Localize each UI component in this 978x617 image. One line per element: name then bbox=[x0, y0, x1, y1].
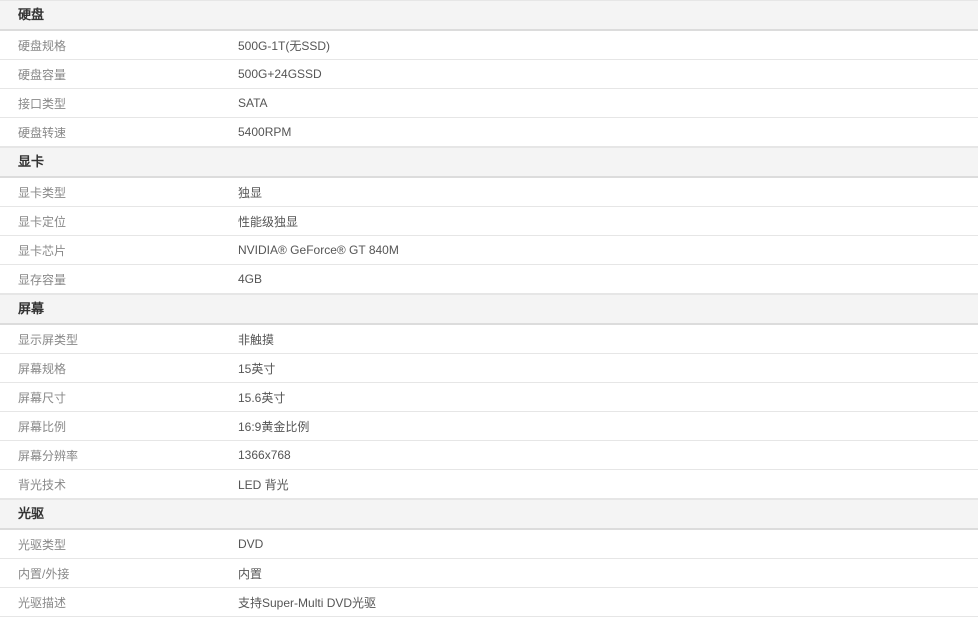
spec-label: 显卡芯片 bbox=[18, 243, 67, 258]
spec-value: 15英寸 bbox=[238, 361, 276, 376]
spec-label: 显存容量 bbox=[18, 272, 67, 287]
spec-value: 独显 bbox=[238, 185, 263, 200]
spec-value: SATA bbox=[238, 96, 268, 110]
spec-value: 内置 bbox=[238, 566, 263, 581]
spec-label: 屏幕规格 bbox=[18, 361, 67, 376]
spec-value: 4GB bbox=[238, 272, 263, 286]
spec-value: 5400RPM bbox=[238, 125, 292, 139]
spec-row: 屏幕分辨率 1366x768 bbox=[0, 441, 978, 470]
spec-row: 内置/外接 内置 bbox=[0, 559, 978, 588]
section-header-optical-drive: 光驱 bbox=[0, 499, 978, 530]
spec-label: 屏幕比例 bbox=[18, 419, 67, 434]
section-hard-drive: 硬盘 硬盘规格 500G-1T(无SSD) 硬盘容量 500G+24GSSD 接… bbox=[0, 0, 978, 147]
spec-value: 支持Super-Multi DVD光驱 bbox=[238, 595, 377, 610]
spec-value: 1366x768 bbox=[238, 448, 291, 462]
spec-label: 硬盘容量 bbox=[18, 67, 67, 82]
spec-value: NVIDIA® GeForce® GT 840M bbox=[238, 243, 399, 257]
spec-row: 显示屏类型 非触摸 bbox=[0, 325, 978, 354]
section-header-graphics-card: 显卡 bbox=[0, 147, 978, 178]
spec-value: LED 背光 bbox=[238, 477, 289, 492]
spec-label: 屏幕分辨率 bbox=[18, 448, 79, 463]
spec-table: 硬盘 硬盘规格 500G-1T(无SSD) 硬盘容量 500G+24GSSD 接… bbox=[0, 0, 978, 617]
spec-value: 性能级独显 bbox=[238, 214, 299, 229]
section-graphics-card: 显卡 显卡类型 独显 显卡定位 性能级独显 显卡芯片 NVIDIA® GeFor… bbox=[0, 147, 978, 294]
spec-value: 15.6英寸 bbox=[238, 390, 286, 405]
spec-row: 硬盘转速 5400RPM bbox=[0, 118, 978, 147]
spec-label: 硬盘转速 bbox=[18, 125, 67, 140]
spec-row: 显卡类型 独显 bbox=[0, 178, 978, 207]
spec-label: 光驱类型 bbox=[18, 537, 67, 552]
section-header-hard-drive: 硬盘 bbox=[0, 0, 978, 31]
spec-label: 屏幕尺寸 bbox=[18, 390, 67, 405]
spec-label: 显卡定位 bbox=[18, 214, 67, 229]
spec-label: 硬盘规格 bbox=[18, 38, 67, 53]
spec-row: 屏幕规格 15英寸 bbox=[0, 354, 978, 383]
spec-label: 背光技术 bbox=[18, 477, 67, 492]
spec-row: 屏幕比例 16:9黄金比例 bbox=[0, 412, 978, 441]
spec-label: 内置/外接 bbox=[18, 566, 70, 581]
spec-row: 显存容量 4GB bbox=[0, 265, 978, 294]
spec-row: 光驱描述 支持Super-Multi DVD光驱 bbox=[0, 588, 978, 617]
spec-row: 显卡定位 性能级独显 bbox=[0, 207, 978, 236]
spec-value: 500G+24GSSD bbox=[238, 67, 322, 81]
spec-row: 背光技术 LED 背光 bbox=[0, 470, 978, 499]
spec-value: 16:9黄金比例 bbox=[238, 419, 310, 434]
spec-label: 光驱描述 bbox=[18, 595, 67, 610]
spec-row: 硬盘规格 500G-1T(无SSD) bbox=[0, 31, 978, 60]
spec-label: 接口类型 bbox=[18, 96, 67, 111]
section-header-screen: 屏幕 bbox=[0, 294, 978, 325]
spec-row: 光驱类型 DVD bbox=[0, 530, 978, 559]
spec-row: 显卡芯片 NVIDIA® GeForce® GT 840M bbox=[0, 236, 978, 265]
spec-value: DVD bbox=[238, 537, 264, 551]
spec-value: 非触摸 bbox=[238, 332, 275, 347]
spec-value: 500G-1T(无SSD) bbox=[238, 38, 331, 53]
spec-label: 显示屏类型 bbox=[18, 332, 79, 347]
section-screen: 屏幕 显示屏类型 非触摸 屏幕规格 15英寸 屏幕尺寸 15.6英寸 屏幕比例 … bbox=[0, 294, 978, 499]
spec-row: 屏幕尺寸 15.6英寸 bbox=[0, 383, 978, 412]
spec-label: 显卡类型 bbox=[18, 185, 67, 200]
section-optical-drive: 光驱 光驱类型 DVD 内置/外接 内置 光驱描述 支持Super-Multi … bbox=[0, 499, 978, 617]
spec-row: 硬盘容量 500G+24GSSD bbox=[0, 60, 978, 89]
spec-row: 接口类型 SATA bbox=[0, 89, 978, 118]
